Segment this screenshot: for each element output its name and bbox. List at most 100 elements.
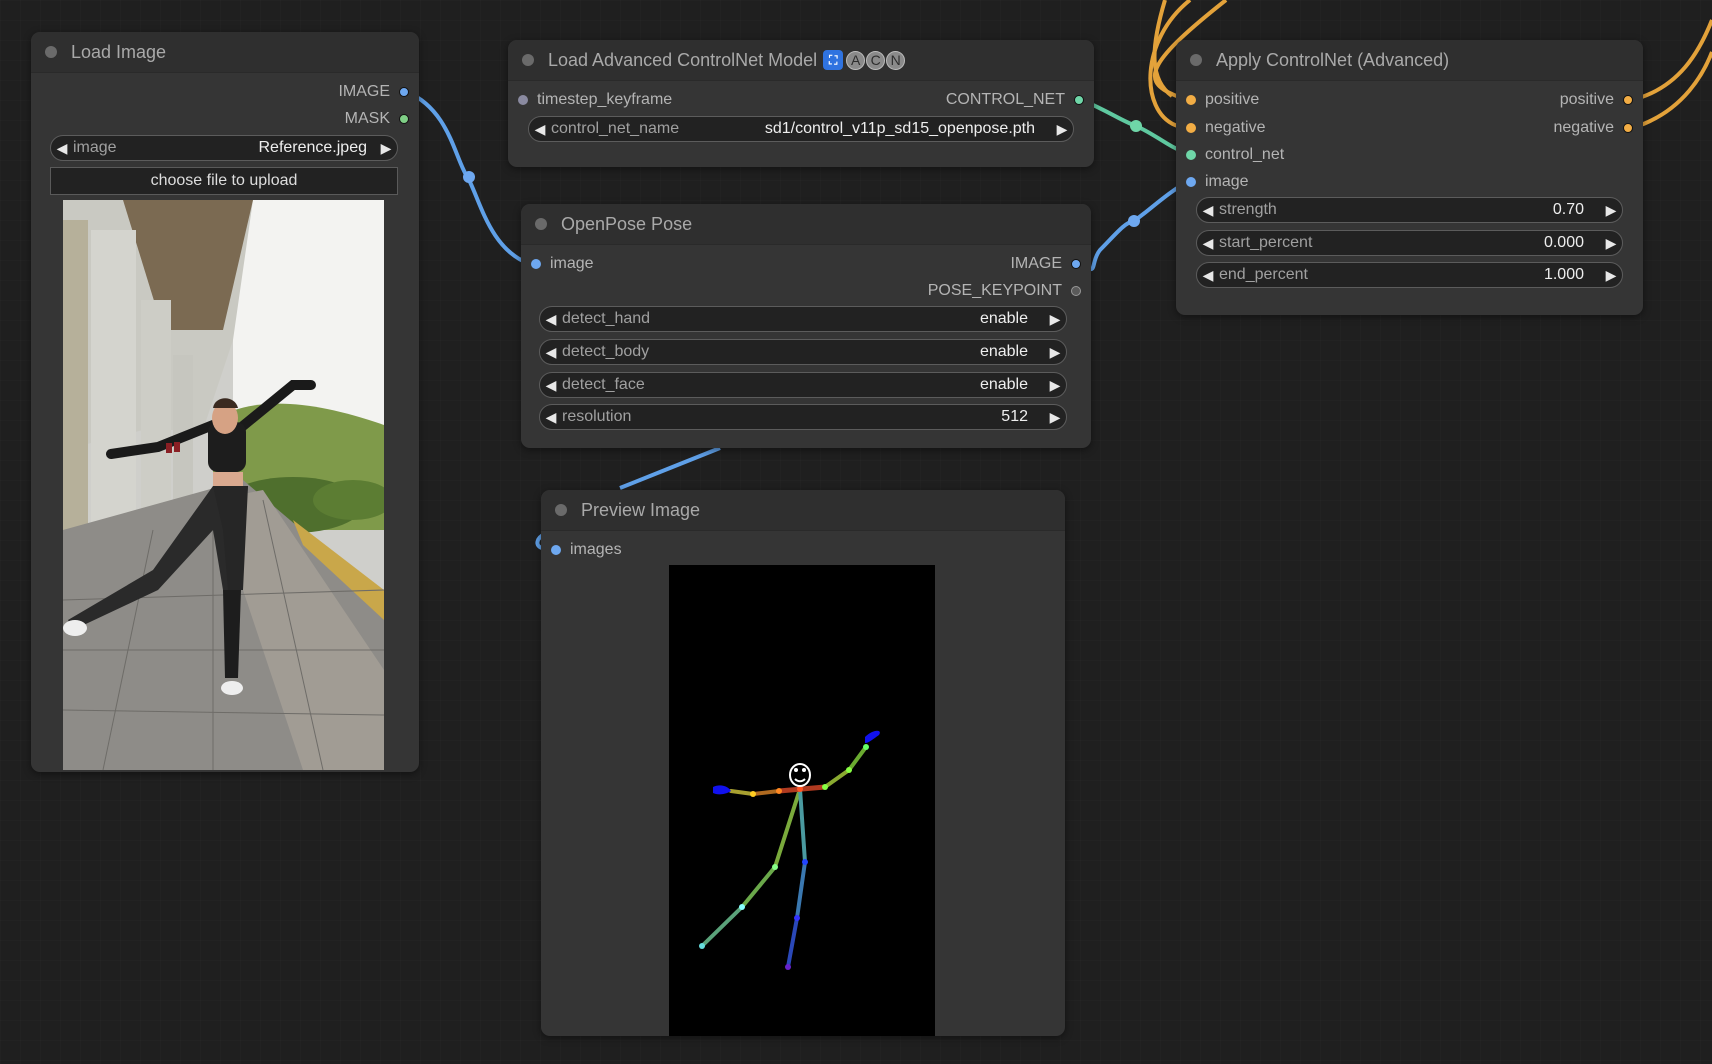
end-percent-number-widget[interactable]: ◀ end_percent 1.000 ▶ — [1196, 262, 1623, 288]
widget-label: image — [73, 139, 117, 156]
collapse-dot-icon[interactable] — [45, 46, 57, 58]
strength-number-widget[interactable]: ◀ strength 0.70 ▶ — [1196, 197, 1623, 223]
controlnet-socket-icon[interactable] — [1186, 150, 1196, 160]
arrow-left-icon[interactable]: ◀ — [1197, 235, 1219, 252]
node-header[interactable]: Apply ControlNet (Advanced) — [1176, 40, 1643, 81]
control-net-name-combo[interactable]: ◀ control_net_name sd1/control_v11p_sd15… — [528, 116, 1074, 142]
bone — [729, 789, 755, 796]
collapse-dot-icon[interactable] — [555, 504, 567, 516]
detect-body-toggle[interactable]: ◀ detect_body enable ▶ — [539, 339, 1067, 365]
resolution-number-widget[interactable]: ◀ resolution 512 ▶ — [539, 404, 1067, 430]
input-slot-positive[interactable]: positive — [1186, 89, 1259, 111]
output-slot-pose-keypoint[interactable]: POSE_KEYPOINT — [928, 280, 1081, 302]
joint — [699, 943, 705, 949]
widget-value: enable — [979, 343, 1028, 360]
arrow-right-icon[interactable]: ▶ — [1600, 202, 1622, 219]
slot-label: negative — [1205, 119, 1266, 136]
slot-label: POSE_KEYPOINT — [927, 282, 1062, 299]
pose-skeleton — [699, 730, 880, 970]
detect-hand-toggle[interactable]: ◀ detect_hand enable ▶ — [539, 306, 1067, 332]
widget-label: resolution — [562, 408, 632, 425]
output-slot-mask[interactable]: MASK — [345, 108, 409, 130]
image-combo-widget[interactable]: ◀ image Reference.jpeg ▶ — [50, 135, 398, 161]
input-slot-image[interactable]: image — [1186, 171, 1249, 193]
right-hand — [865, 730, 880, 743]
input-slot-negative[interactable]: negative — [1186, 117, 1266, 139]
image-socket-icon[interactable] — [531, 259, 541, 269]
detect-face-toggle[interactable]: ◀ detect_face enable ▶ — [539, 372, 1067, 398]
node-load-advanced-controlnet[interactable]: Load Advanced ControlNet Model ⛶ A C N t… — [508, 40, 1094, 167]
output-slot-image[interactable]: IMAGE — [1010, 253, 1081, 275]
widget-label: strength — [1219, 201, 1277, 218]
widget-value: enable — [979, 376, 1028, 393]
input-slot-control-net[interactable]: control_net — [1186, 144, 1284, 166]
node-badges: ⛶ A C N — [823, 50, 906, 70]
widget-value: enable — [979, 310, 1028, 327]
joint — [846, 767, 852, 773]
output-slot-control-net[interactable]: CONTROL_NET — [946, 89, 1084, 111]
node-preview-image[interactable]: Preview Image images — [541, 490, 1065, 1036]
output-slot-negative[interactable]: negative — [1553, 117, 1633, 139]
arrow-left-icon[interactable]: ◀ — [1197, 202, 1219, 219]
joint — [863, 744, 869, 750]
arrow-right-icon[interactable]: ▶ — [375, 140, 397, 157]
photo-illustration — [63, 200, 384, 770]
node-title: Preview Image — [581, 499, 701, 520]
controlnet-socket-icon[interactable] — [1074, 95, 1084, 105]
conditioning-socket-icon[interactable] — [1186, 123, 1196, 133]
image-socket-icon[interactable] — [399, 87, 409, 97]
arrow-right-icon[interactable]: ▶ — [1600, 235, 1622, 252]
output-slot-image[interactable]: IMAGE — [338, 81, 409, 103]
arrow-left-icon[interactable]: ◀ — [540, 311, 562, 328]
left-hand — [713, 785, 731, 795]
node-openpose-pose[interactable]: OpenPose Pose image IMAGE POSE_KEYPOINT … — [521, 204, 1091, 448]
conditioning-socket-icon[interactable] — [1623, 123, 1633, 133]
node-title: Apply ControlNet (Advanced) — [1216, 49, 1450, 70]
node-header[interactable]: Load Image — [31, 32, 419, 73]
image-socket-icon[interactable] — [551, 545, 561, 555]
slot-label: negative — [1553, 119, 1615, 136]
arrow-right-icon[interactable]: ▶ — [1600, 267, 1622, 284]
arrow-left-icon[interactable]: ◀ — [1197, 267, 1219, 284]
image-socket-icon[interactable] — [1186, 177, 1196, 187]
arrow-right-icon[interactable]: ▶ — [1044, 377, 1066, 394]
input-slot-image[interactable]: image — [531, 253, 594, 275]
input-slot-images[interactable]: images — [551, 539, 622, 561]
widget-value: 0.70 — [1552, 201, 1584, 218]
keyframe-socket-icon[interactable] — [518, 95, 528, 105]
widget-label: detect_body — [562, 343, 650, 360]
pose-keypoint-socket-icon[interactable] — [1071, 286, 1081, 296]
joint — [794, 915, 800, 921]
start-percent-number-widget[interactable]: ◀ start_percent 0.000 ▶ — [1196, 230, 1623, 256]
arrow-left-icon[interactable]: ◀ — [540, 409, 562, 426]
custom-node-badge-icon: ⛶ — [823, 50, 844, 70]
slot-label: image — [1205, 173, 1249, 190]
arrow-left-icon[interactable]: ◀ — [529, 121, 551, 138]
collapse-dot-icon[interactable] — [535, 218, 547, 230]
node-header[interactable]: Preview Image — [541, 490, 1065, 531]
collapse-dot-icon[interactable] — [1190, 54, 1202, 66]
arrow-left-icon[interactable]: ◀ — [540, 377, 562, 394]
arrow-right-icon[interactable]: ▶ — [1044, 344, 1066, 361]
slot-label: IMAGE — [338, 83, 390, 100]
output-slot-positive[interactable]: positive — [1560, 89, 1633, 111]
node-header[interactable]: Load Advanced ControlNet Model ⛶ A C N — [508, 40, 1094, 81]
node-load-image[interactable]: Load Image IMAGE MASK ◀ image Reference.… — [31, 32, 419, 772]
node-apply-controlnet-advanced[interactable]: Apply ControlNet (Advanced) positive neg… — [1176, 40, 1643, 315]
slot-label: image — [550, 255, 594, 272]
arrow-left-icon[interactable]: ◀ — [51, 140, 73, 157]
conditioning-socket-icon[interactable] — [1186, 95, 1196, 105]
collapse-dot-icon[interactable] — [522, 54, 534, 66]
input-slot-timestep-keyframe[interactable]: timestep_keyframe — [518, 89, 672, 111]
mask-socket-icon[interactable] — [399, 114, 409, 124]
image-socket-icon[interactable] — [1071, 259, 1081, 269]
joint — [739, 904, 745, 910]
conditioning-socket-icon[interactable] — [1623, 95, 1633, 105]
arrow-right-icon[interactable]: ▶ — [1051, 121, 1073, 138]
arrow-left-icon[interactable]: ◀ — [540, 344, 562, 361]
widget-value: 0.000 — [1543, 234, 1584, 251]
arrow-right-icon[interactable]: ▶ — [1044, 311, 1066, 328]
node-header[interactable]: OpenPose Pose — [521, 204, 1091, 245]
upload-button[interactable]: choose file to upload — [50, 167, 398, 195]
arrow-right-icon[interactable]: ▶ — [1044, 409, 1066, 426]
